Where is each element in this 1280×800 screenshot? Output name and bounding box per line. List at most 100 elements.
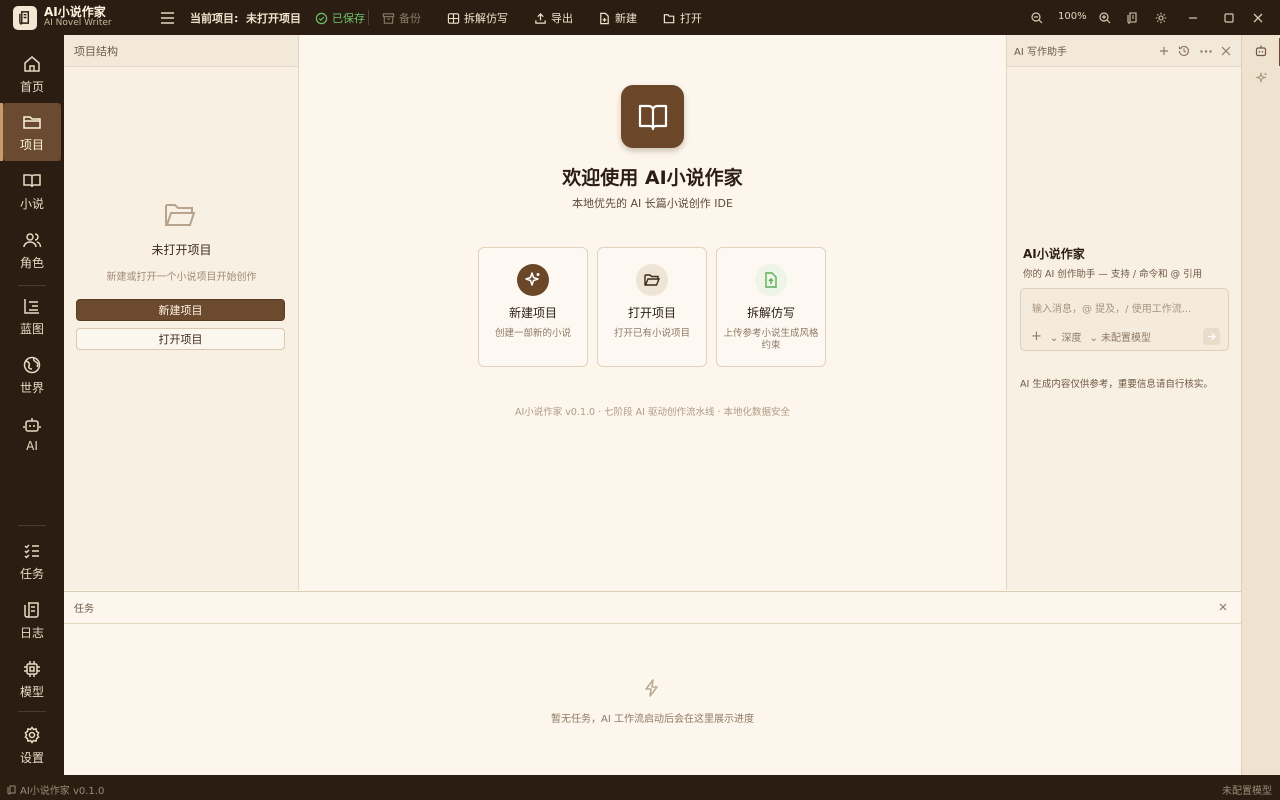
saved-label: 已保存 <box>332 12 365 25</box>
nav-project-label: 项目 <box>19 137 44 152</box>
open-label: 打开 <box>680 12 702 25</box>
attach-plus-icon[interactable]: + <box>1031 329 1042 344</box>
more-icon[interactable] <box>1199 44 1213 58</box>
split-icon <box>447 12 460 24</box>
nav-novel[interactable]: 小说 <box>3 162 61 220</box>
depth-select[interactable]: ⌄ 深度 <box>1050 329 1082 344</box>
archive-icon <box>382 12 395 24</box>
nav-ai[interactable]: AI <box>3 405 61 463</box>
nav-world-label: 世界 <box>19 380 44 395</box>
folder-open-icon <box>663 13 675 23</box>
nav-divider <box>18 525 46 526</box>
chip-icon <box>24 660 40 677</box>
project-structure-header: 项目结构 <box>64 35 298 67</box>
ai-assistant-header-title: AI 写作助手 <box>1014 47 1067 58</box>
app-logo-icon <box>13 5 37 30</box>
deconstruct-button[interactable]: 拆解仿写 <box>447 10 508 26</box>
nav-tasks[interactable]: 任务 <box>3 532 61 590</box>
home-icon <box>24 55 40 72</box>
history-icon[interactable] <box>1177 44 1191 58</box>
welcome-title: 欢迎使用 AI小说作家 <box>562 167 743 189</box>
empty-project-subtitle: 新建或打开一个小说项目开始创作 <box>106 272 257 283</box>
saved-status: 已保存 <box>315 10 365 26</box>
backup-button[interactable]: 备份 <box>382 10 421 26</box>
welcome-subtitle: 本地优先的 AI 长篇小说创作 IDE <box>572 197 733 210</box>
nav-divider <box>18 711 46 712</box>
nav-world[interactable]: 世界 <box>3 346 61 404</box>
settings-icon[interactable] <box>1152 9 1170 27</box>
right-activity-strip <box>1241 35 1280 775</box>
nav-divider <box>18 285 46 286</box>
upload-icon <box>535 12 546 24</box>
current-project-value: 未打开项目 <box>246 12 301 25</box>
open-project-card-desc: 打开已有小说项目 <box>613 328 690 339</box>
nav-settings-label: 设置 <box>19 750 44 765</box>
deconstruct-card[interactable]: 拆解仿写 上传参考小说生成风格约束 <box>716 247 826 367</box>
status-model[interactable]: 未配置模型 <box>1222 782 1272 797</box>
deconstruct-card-title: 拆解仿写 <box>746 306 795 320</box>
sparkle-icon[interactable] <box>1253 70 1269 86</box>
scroll-log-icon[interactable] <box>1124 9 1142 27</box>
nav-home-label: 首页 <box>19 79 44 94</box>
ai-message-input[interactable]: 输入消息，@ 提及，/ 使用工作流... + ⌄ 深度 ⌄ 未配置模型 <box>1020 288 1229 351</box>
file-upload-icon <box>755 264 787 296</box>
open-project-card[interactable]: 打开项目 打开已有小说项目 <box>597 247 707 367</box>
export-label: 导出 <box>551 12 573 25</box>
export-button[interactable]: 导出 <box>534 10 573 26</box>
plus-icon[interactable] <box>1157 44 1171 58</box>
nav-characters-label: 角色 <box>19 255 44 270</box>
nav-blueprint[interactable]: 蓝图 <box>3 287 61 345</box>
new-label: 新建 <box>615 12 637 25</box>
current-project-label: 当前项目: <box>190 12 239 25</box>
send-button[interactable] <box>1203 328 1220 345</box>
model-select[interactable]: ⌄ 未配置模型 <box>1089 329 1151 344</box>
deconstruct-label: 拆解仿写 <box>464 12 508 25</box>
ai-assistant-subtitle: 你的 AI 创作助手 — 支持 / 命令和 @ 引用 <box>1023 269 1203 280</box>
nav-project[interactable]: 项目 <box>0 103 61 161</box>
zoom-level: 100% <box>1058 11 1087 22</box>
new-file-icon <box>600 12 609 24</box>
bot-icon[interactable] <box>1253 43 1269 59</box>
menu-icon[interactable] <box>158 9 176 27</box>
title-bar: AI小说作家 AI Novel Writer 当前项目: 未打开项目 已保存 备… <box>0 0 1280 35</box>
check-circle-icon <box>315 12 328 24</box>
globe-icon <box>23 356 41 373</box>
open-button[interactable]: 打开 <box>663 10 702 26</box>
tasks-icon <box>24 543 39 559</box>
version-footer: AI小说作家 v0.1.0 · 七阶段 AI 驱动创作流水线 · 本地化数据安全 <box>514 407 791 418</box>
nav-settings[interactable]: 设置 <box>3 716 61 774</box>
open-project-card-title: 打开项目 <box>627 306 676 320</box>
backup-label: 备份 <box>399 12 421 25</box>
open-project-button[interactable]: 打开项目 <box>76 328 285 350</box>
nav-home[interactable]: 首页 <box>3 45 61 103</box>
depth-label: 深度 <box>1061 333 1082 344</box>
zoom-in-icon[interactable] <box>1096 9 1114 27</box>
close-icon[interactable] <box>1217 601 1229 613</box>
task-panel-title: 任务 <box>74 604 94 615</box>
nav-characters[interactable]: 角色 <box>3 221 61 279</box>
folder-icon <box>23 115 41 129</box>
log-icon <box>24 601 39 618</box>
ai-assistant-panel: AI 写作助手 AI小说作家 你的 AI 创作助手 — 支持 / 命令和 @ 引… <box>1006 35 1241 590</box>
new-button[interactable]: 新建 <box>598 10 637 26</box>
sparkle-icon <box>517 264 549 296</box>
new-project-card[interactable]: 新建项目 创建一部新的小说 <box>478 247 588 367</box>
book-icon <box>23 173 41 187</box>
users-icon <box>23 232 42 247</box>
new-project-button[interactable]: 新建项目 <box>76 299 285 321</box>
ai-input-placeholder: 输入消息，@ 提及，/ 使用工作流... <box>1032 304 1192 315</box>
app-name: AI小说作家 AI Novel Writer <box>44 6 112 28</box>
maximize-icon[interactable] <box>1220 9 1238 27</box>
close-icon[interactable] <box>1249 9 1267 27</box>
zoom-out-icon[interactable] <box>1028 9 1046 27</box>
close-icon[interactable] <box>1219 44 1233 58</box>
nav-log-label: 日志 <box>19 625 44 640</box>
task-panel: 任务 暂无任务，AI 工作流启动后会在这里展示进度 <box>64 591 1241 775</box>
nav-models[interactable]: 模型 <box>3 650 61 708</box>
ai-input-toolbar: + ⌄ 深度 ⌄ 未配置模型 <box>1031 329 1151 344</box>
welcome-area: 欢迎使用 AI小说作家 本地优先的 AI 长篇小说创作 IDE 新建项目 创建一… <box>300 35 1005 590</box>
lightning-icon <box>642 678 662 701</box>
nav-log[interactable]: 日志 <box>3 591 61 649</box>
folder-open-icon <box>164 201 196 232</box>
minimize-icon[interactable] <box>1184 9 1202 27</box>
